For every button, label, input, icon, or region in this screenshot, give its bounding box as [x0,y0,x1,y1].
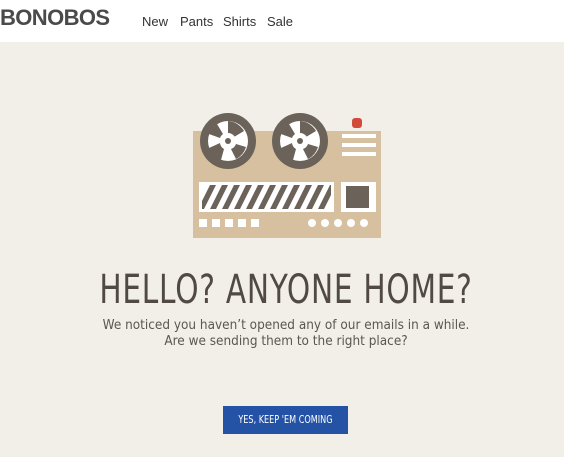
nav-link-new[interactable]: New [142,14,168,30]
nav-link-shirts[interactable]: Shirts [223,14,256,30]
message-line-2: Are we sending them to the right place? [164,334,408,349]
tape-window [199,182,334,212]
page-headline: HELLO? ANYONE HOME? [99,267,473,313]
nav-link-pants[interactable]: Pants [180,14,213,30]
cta-label: YES, KEEP 'EM COMING [238,413,333,426]
nav-link-sale[interactable]: Sale [267,14,293,30]
left-reel-icon [200,113,256,169]
panel-lines [342,134,376,156]
square-knob [341,182,376,212]
right-reel-icon [272,113,328,169]
indicator-light [352,118,362,128]
message-text: We noticed you haven’t opened any of our… [20,318,552,350]
keep-em-coming-button[interactable]: YES, KEEP 'EM COMING [223,406,348,434]
header-bar: BONOBOS New Pants Shirts Sale [0,0,564,42]
message-line-1: We noticed you haven’t opened any of our… [102,318,470,333]
tape-recorder-icon [193,113,381,238]
brand-logo[interactable]: BONOBOS [0,6,110,30]
email-page: BONOBOS New Pants Shirts Sale HELLO? ANY… [0,0,564,457]
